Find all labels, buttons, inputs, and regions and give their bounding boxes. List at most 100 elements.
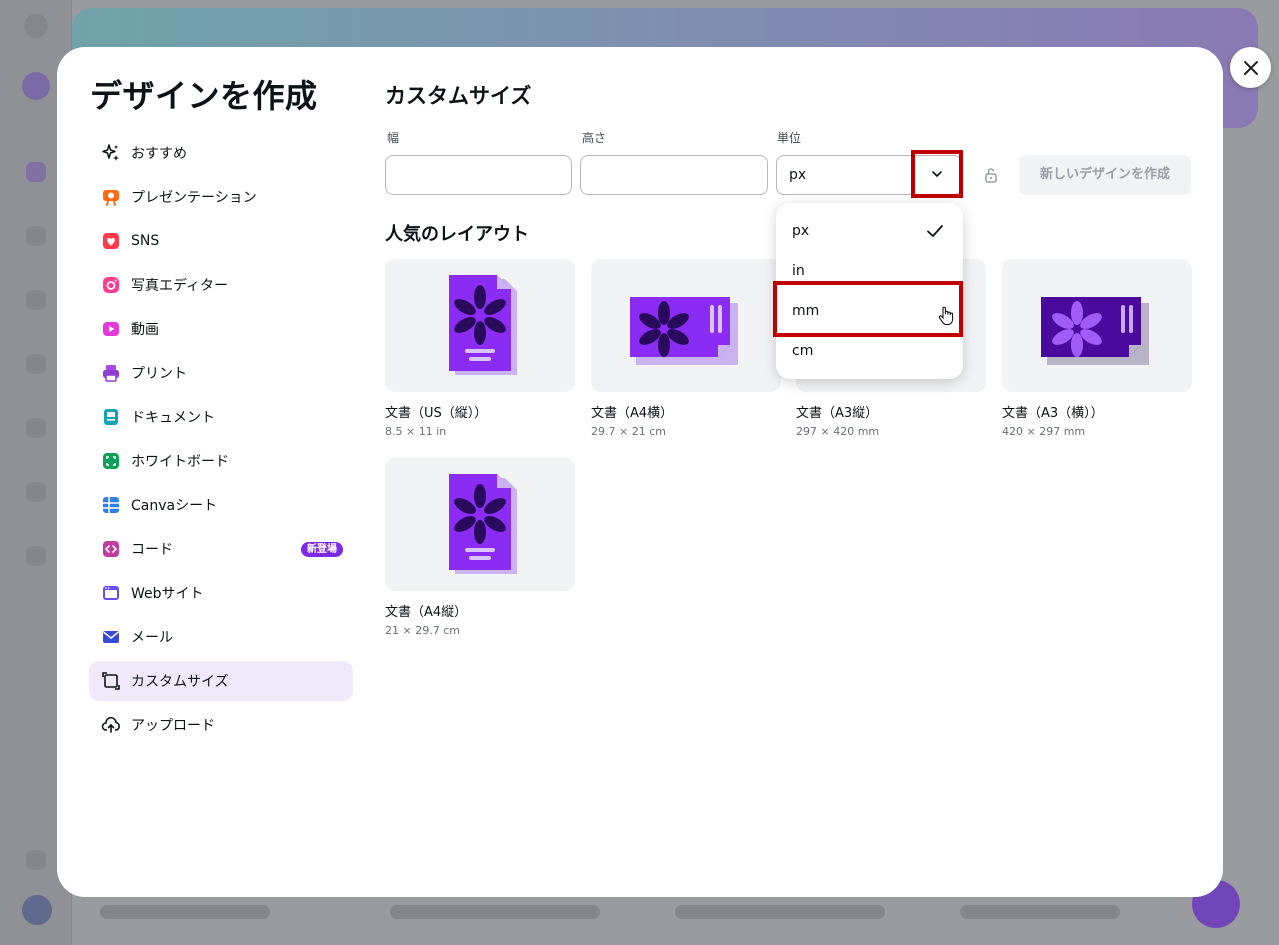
sidebar-item-photo-editor[interactable]: 写真エディター <box>89 265 353 305</box>
unit-option-px[interactable]: px <box>776 211 963 251</box>
layout-thumbnail[interactable] <box>1002 259 1192 392</box>
sidebar-item-label: カスタムサイズ <box>131 674 229 690</box>
layout-card-us-portrait[interactable]: 文書（US（縦）） 8.5 × 11 in <box>385 259 575 438</box>
background-rail-icon <box>26 546 46 566</box>
chevron-down-icon <box>932 171 942 177</box>
background-create-icon <box>22 72 50 100</box>
background-rail-icon <box>26 354 46 374</box>
close-button[interactable] <box>1230 47 1271 88</box>
unit-option-label: cm <box>792 343 814 359</box>
custom-size-icon <box>101 671 121 691</box>
sidebar-item-video[interactable]: 動画 <box>89 309 353 349</box>
background-rail-icon <box>26 226 46 246</box>
layout-card-a3-landscape[interactable]: 文書（A3（横）） 420 × 297 mm <box>1002 259 1192 438</box>
unit-dropdown-menu: px in mm cm <box>773 203 963 379</box>
layout-title: 文書（A3縦） <box>796 406 879 421</box>
layout-card-a4-portrait[interactable]: 文書（A4縦） 21 × 29.7 cm <box>385 458 575 637</box>
sidebar-item-label: コード <box>131 542 173 558</box>
width-input[interactable] <box>385 155 572 195</box>
unit-option-label: in <box>792 263 805 279</box>
sidebar-item-custom-size[interactable]: カスタムサイズ <box>89 661 353 701</box>
sidebar-item-whiteboard[interactable]: ホワイトボード <box>89 441 353 481</box>
lock-open-icon <box>985 168 997 183</box>
sidebar-item-label: メール <box>131 630 173 646</box>
background-rail-icon <box>26 290 46 310</box>
layout-size: 297 × 420 mm <box>796 425 880 438</box>
layout-size: 29.7 × 21 cm <box>591 425 666 438</box>
presentation-icon <box>101 187 121 207</box>
unit-label: 単位 <box>777 131 802 145</box>
sidebar-item-label: おすすめ <box>131 146 187 162</box>
sidebar-item-website[interactable]: Webサイト <box>89 573 353 613</box>
background-bell-icon <box>26 850 46 870</box>
sidebar-item-recommended[interactable]: おすすめ <box>89 133 353 173</box>
sidebar-item-label: 動画 <box>131 322 159 338</box>
background-rail-icon <box>26 482 46 502</box>
sparkle-icon <box>101 143 121 163</box>
unit-option-in[interactable]: in <box>776 251 963 291</box>
heart-icon <box>101 231 121 251</box>
create-new-design-button[interactable]: 新しいデザインを作成 <box>1019 155 1191 195</box>
layout-thumbnail[interactable] <box>591 259 781 392</box>
layout-size: 420 × 297 mm <box>1002 425 1086 438</box>
mail-icon <box>101 627 121 647</box>
sidebar-item-label: Canvaシート <box>131 498 218 514</box>
create-design-modal: デザインを作成 おすすめ プレゼンテーション SNS 写真エディター 動画 プリ… <box>57 47 1223 897</box>
code-icon <box>101 539 121 559</box>
unit-select-value: px <box>789 167 807 183</box>
layout-card-a4-landscape[interactable]: 文書（A4横） 29.7 × 21 cm <box>591 259 781 438</box>
sidebar-item-sns[interactable]: SNS <box>89 221 353 261</box>
unit-option-mm[interactable]: mm <box>776 291 963 331</box>
aspect-lock-button[interactable] <box>981 165 1001 185</box>
layout-thumbnail[interactable] <box>385 458 575 591</box>
unit-option-cm[interactable]: cm <box>776 331 963 371</box>
sidebar-item-document[interactable]: ドキュメント <box>89 397 353 437</box>
checkmark-icon <box>927 225 943 237</box>
width-label: 幅 <box>387 131 400 145</box>
portrait-document-icon <box>449 473 517 574</box>
portrait-document-icon <box>449 274 517 375</box>
hand-cursor-icon <box>938 306 954 325</box>
unit-option-label: px <box>792 223 810 239</box>
popular-layouts-title: 人気のレイアウト <box>385 224 529 245</box>
sidebar-item-label: プリント <box>131 366 187 382</box>
sidebar-item-label: SNS <box>131 233 160 249</box>
sidebar-item-label: 写真エディター <box>131 278 229 294</box>
sidebar-item-mail[interactable]: メール <box>89 617 353 657</box>
new-badge: 新登場 <box>301 542 343 557</box>
unit-option-label: mm <box>792 303 820 319</box>
sheet-icon <box>101 495 121 515</box>
sidebar-item-label: Webサイト <box>131 586 204 602</box>
layout-title: 文書（A4縦） <box>385 605 468 620</box>
landscape-document-icon <box>630 296 738 365</box>
sidebar-item-label: ホワイトボード <box>131 454 229 470</box>
category-sidebar: おすすめ プレゼンテーション SNS 写真エディター 動画 プリント ドキュメン… <box>89 133 353 749</box>
sidebar-item-label: プレゼンテーション <box>131 190 257 206</box>
sidebar-item-label: アップロード <box>131 718 215 734</box>
custom-size-title: カスタムサイズ <box>385 84 532 108</box>
background-rail-icon <box>26 418 46 438</box>
background-footer <box>100 905 1150 925</box>
background-rail-icon <box>26 162 46 182</box>
sidebar-item-presentation[interactable]: プレゼンテーション <box>89 177 353 217</box>
whiteboard-icon <box>101 451 121 471</box>
background-avatar <box>22 895 52 925</box>
height-input[interactable] <box>580 155 768 195</box>
background-logo <box>24 14 48 38</box>
sidebar-item-upload[interactable]: アップロード <box>89 705 353 745</box>
video-icon <box>101 319 121 339</box>
upload-cloud-icon <box>101 715 121 735</box>
landscape-document-icon <box>1041 296 1149 365</box>
unit-dropdown-toggle[interactable] <box>911 150 963 198</box>
printer-icon <box>101 363 121 383</box>
layout-thumbnail[interactable] <box>385 259 575 392</box>
sidebar-item-label: ドキュメント <box>131 410 215 426</box>
document-icon <box>101 407 121 427</box>
layout-title: 文書（US（縦）） <box>385 406 488 421</box>
sidebar-item-print[interactable]: プリント <box>89 353 353 393</box>
layout-size: 8.5 × 11 in <box>385 425 447 438</box>
sidebar-item-code[interactable]: コード 新登場 <box>89 529 353 569</box>
sidebar-item-canva-sheet[interactable]: Canvaシート <box>89 485 353 525</box>
layout-size: 21 × 29.7 cm <box>385 624 460 637</box>
height-label: 高さ <box>582 131 607 145</box>
